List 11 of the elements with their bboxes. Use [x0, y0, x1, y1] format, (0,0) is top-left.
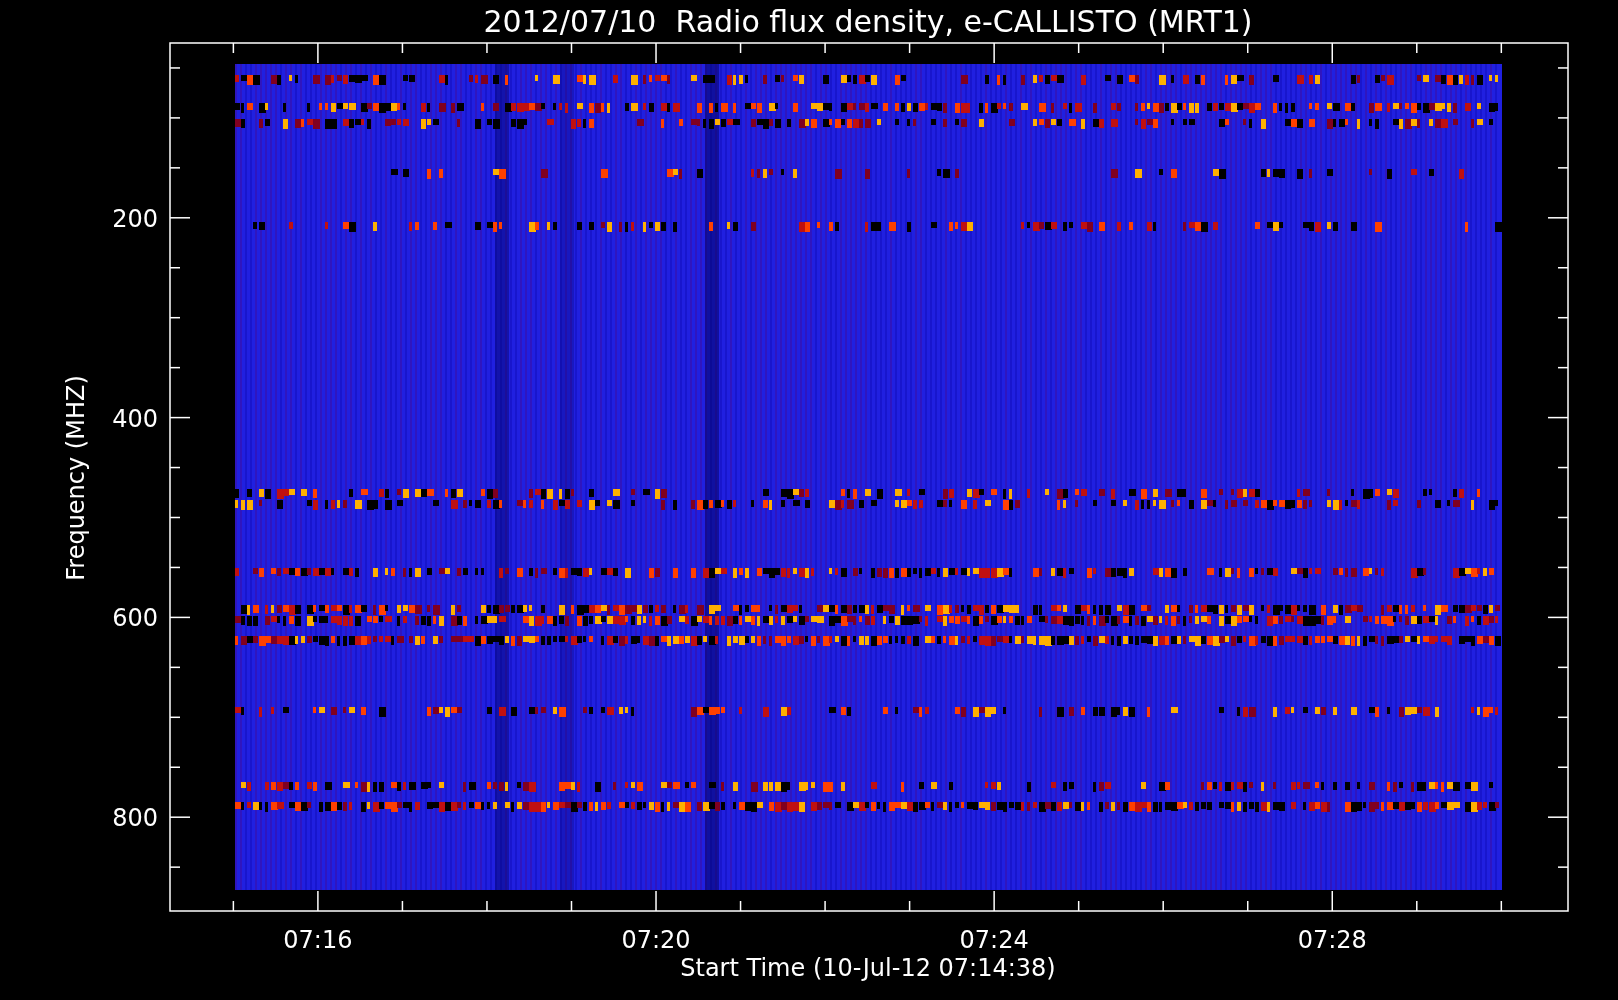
tick-label: 07:24	[959, 926, 1029, 954]
tick-label: 600	[112, 604, 158, 633]
tick-label: 200	[112, 204, 158, 233]
tick-label: 07:20	[621, 926, 691, 954]
tick-label: 07:16	[283, 926, 353, 954]
axis-label: Frequency (MHZ)	[62, 375, 90, 581]
tick-label: 07:28	[1297, 926, 1367, 954]
tick-label: 800	[112, 804, 158, 833]
axis-label: Start Time (10-Jul-12 07:14:38)	[680, 954, 1056, 982]
chart-title: 2012/07/10 Radio flux density, e-CALLISTO (MRT1)	[483, 4, 1253, 39]
tick-label: 400	[112, 404, 158, 433]
